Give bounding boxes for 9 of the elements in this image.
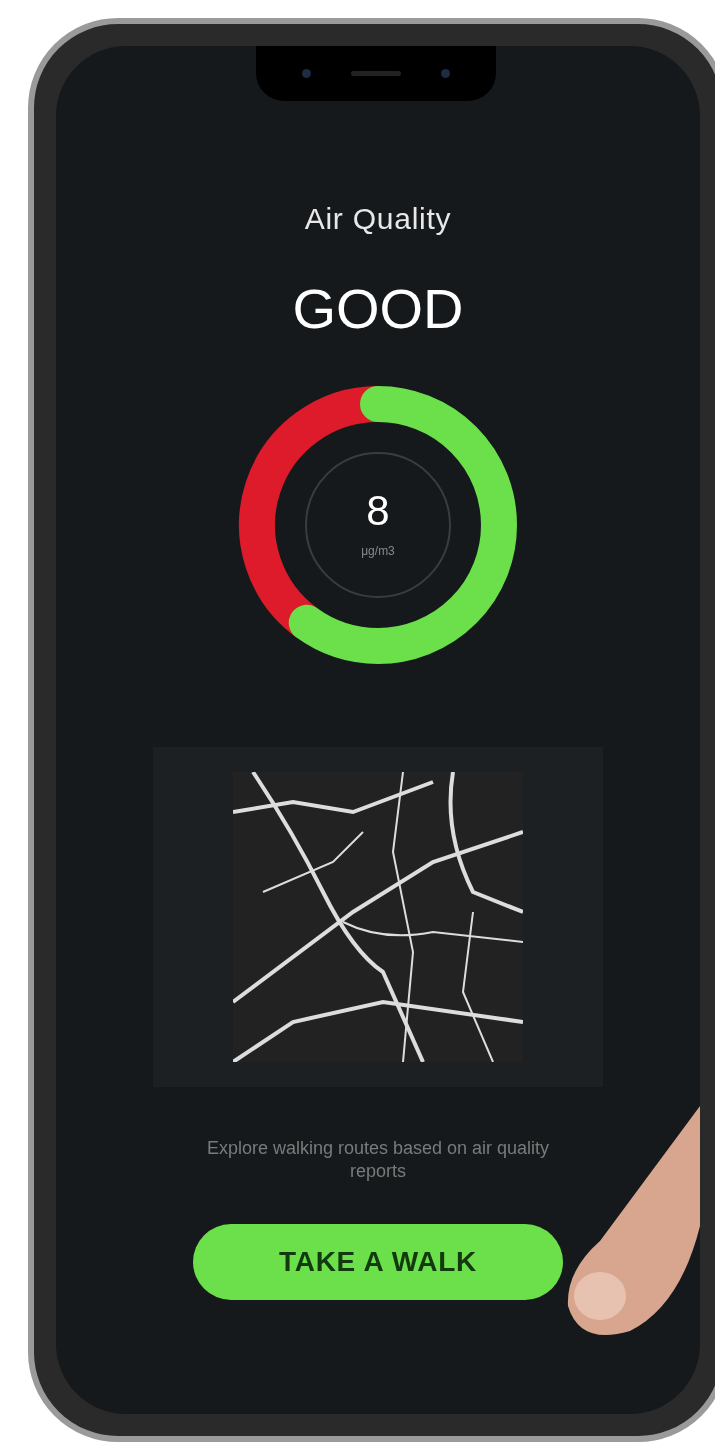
take-walk-button[interactable]: TAKE A WALK <box>193 1223 563 1300</box>
gauge-value: 8 <box>366 490 390 532</box>
sensor-icon <box>441 69 450 78</box>
air-quality-status: GOOD <box>292 281 464 337</box>
screen-title: Air Quality <box>304 201 452 237</box>
camera-icon <box>302 69 311 78</box>
speaker-icon <box>351 71 401 76</box>
gauge-unit: μg/m3 <box>361 543 395 560</box>
description-text: Explore walking routes based on air quality reports <box>205 1137 551 1184</box>
